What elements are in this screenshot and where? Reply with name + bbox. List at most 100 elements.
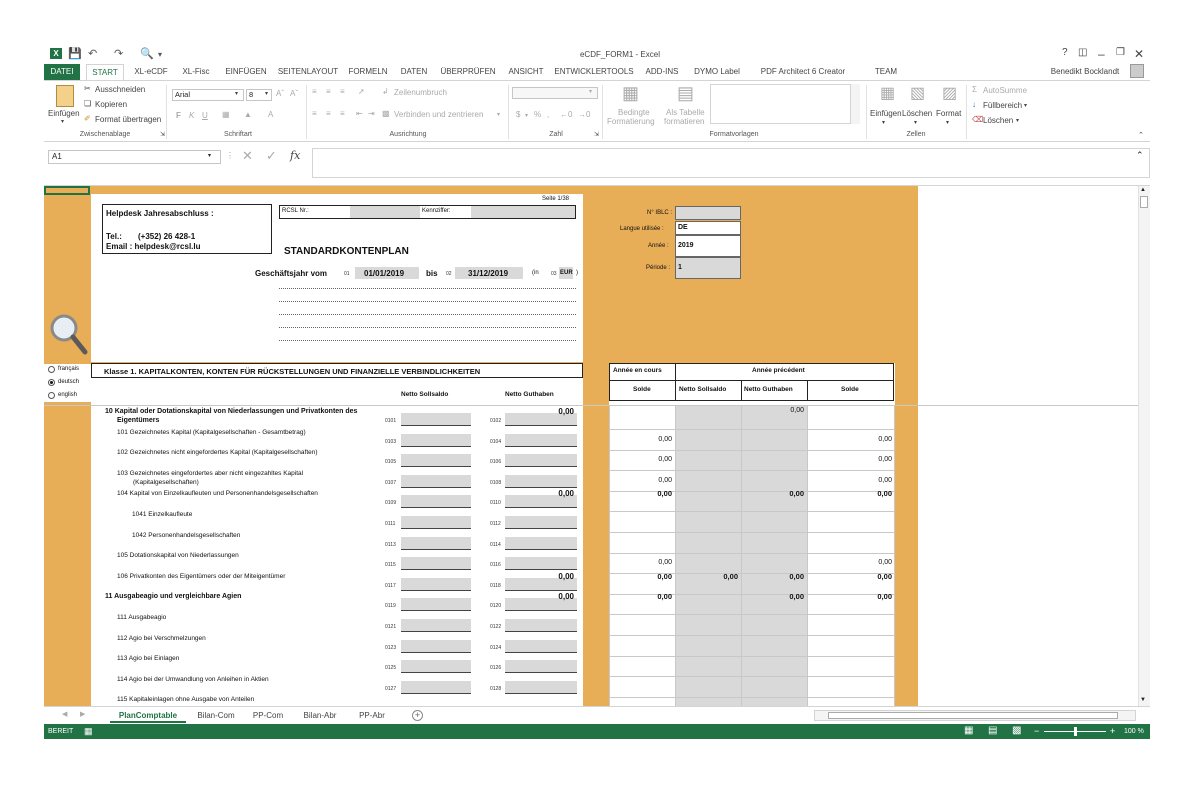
tab-pdf-architect[interactable]: PDF Architect 6 Creator — [748, 64, 858, 80]
format-cells-icon[interactable]: ▨ — [942, 83, 957, 103]
align-bottom-icon[interactable]: ≡ — [340, 87, 345, 96]
soll-input[interactable] — [401, 557, 471, 570]
copy-icon[interactable]: ❏ — [84, 99, 91, 108]
number-launcher-icon[interactable]: ⇲ — [594, 131, 599, 138]
number-format-dropdown-icon[interactable]: ▾ — [589, 88, 592, 95]
haben-input[interactable] — [505, 475, 577, 488]
name-box-dropdown-icon[interactable]: ▾ — [208, 152, 211, 159]
align-right-icon[interactable]: ≡ — [340, 109, 345, 118]
clear-button[interactable]: Löschen — [983, 116, 1013, 125]
soll-input[interactable] — [401, 516, 471, 529]
collapse-ribbon-icon[interactable]: ⌃ — [1138, 131, 1144, 139]
page-layout-icon[interactable]: ▤ — [988, 725, 997, 736]
zoom-out-button[interactable]: − — [1034, 726, 1039, 736]
wrap-text-button[interactable]: Zeilenumbruch — [394, 88, 447, 97]
cells-dropdown-icon[interactable]: ▾ — [946, 119, 949, 126]
soll-input[interactable] — [401, 578, 471, 591]
merge-dropdown-icon[interactable]: ▾ — [497, 111, 500, 118]
haben-input[interactable] — [505, 619, 577, 632]
soll-input[interactable] — [401, 681, 471, 694]
enter-icon[interactable]: ✓ — [266, 148, 277, 164]
font-name-dropdown-icon[interactable]: ▾ — [235, 90, 238, 97]
cell-styles-gallery[interactable] — [710, 84, 860, 124]
tab-daten[interactable]: DATEN — [396, 64, 432, 80]
align-left-icon[interactable]: ≡ — [312, 109, 317, 118]
cut-icon[interactable]: ✂ — [84, 84, 91, 93]
zoom-in-button[interactable]: + — [1110, 726, 1115, 736]
underline-button[interactable]: U — [202, 111, 208, 120]
shrink-font-icon[interactable]: Aˇ — [290, 89, 298, 98]
fill-button[interactable]: Füllbereich — [983, 101, 1022, 110]
redo-icon[interactable]: ↷ — [114, 47, 123, 60]
font-name-select[interactable]: Arial — [172, 89, 244, 101]
soll-input[interactable] — [401, 475, 471, 488]
tab-scroll-right-icon[interactable]: ▶ — [80, 710, 85, 718]
increase-decimal-icon[interactable]: ←0 — [560, 110, 572, 119]
sheet-tab-bilan-abr[interactable]: Bilan-Abr — [294, 708, 346, 723]
orientation-icon[interactable]: ➚ — [358, 87, 365, 96]
scroll-up-icon[interactable]: ▲ — [1140, 187, 1146, 193]
cells-dropdown-icon[interactable]: ▾ — [882, 119, 885, 126]
merge-icon[interactable]: ▩ — [382, 109, 390, 118]
haben-input[interactable] — [505, 660, 577, 673]
number-format-select[interactable] — [512, 87, 598, 99]
print-preview-icon[interactable]: 🔍 — [140, 47, 154, 60]
tab-ansicht[interactable]: ANSICHT — [504, 64, 548, 80]
minimize-button[interactable]: – — [1098, 47, 1105, 61]
undo-icon[interactable]: ↶ — [88, 47, 97, 60]
rcsl-input[interactable] — [350, 206, 420, 218]
grow-font-icon[interactable]: Aˆ — [276, 89, 284, 98]
haben-input[interactable] — [505, 516, 577, 529]
close-button[interactable]: ✕ — [1134, 47, 1144, 61]
fill-icon[interactable]: ↓ — [972, 100, 976, 109]
haben-input[interactable] — [505, 454, 577, 467]
user-name[interactable]: Benedikt Bocklandt — [1040, 64, 1130, 80]
radio-english[interactable] — [48, 392, 55, 399]
currency-dropdown-icon[interactable]: ▾ — [525, 112, 528, 119]
avatar[interactable] — [1130, 64, 1144, 78]
soll-input[interactable] — [401, 537, 471, 550]
haben-input[interactable] — [505, 681, 577, 694]
format-painter-icon[interactable]: ✐ — [84, 114, 91, 123]
font-color-icon[interactable]: A — [268, 110, 273, 119]
format-as-table-button[interactable]: Als Tabelle — [666, 108, 705, 117]
copy-button[interactable]: Kopieren — [95, 100, 127, 109]
haben-input[interactable] — [505, 557, 577, 570]
soll-input[interactable] — [401, 495, 471, 508]
formula-input[interactable] — [312, 148, 1150, 178]
fill-dropdown-icon[interactable]: ▾ — [1024, 102, 1027, 109]
font-size-dropdown-icon[interactable]: ▾ — [265, 90, 268, 97]
cells-dropdown-icon[interactable]: ▾ — [914, 119, 917, 126]
italic-button[interactable]: K — [189, 111, 194, 120]
add-sheet-icon[interactable]: + — [412, 710, 423, 721]
soll-input[interactable] — [401, 598, 471, 611]
autosum-icon[interactable]: Σ — [972, 85, 977, 94]
haben-input[interactable] — [505, 640, 577, 653]
format-painter-button[interactable]: Format übertragen — [95, 115, 161, 124]
iblc-field[interactable] — [675, 206, 741, 220]
conditional-format-icon[interactable]: ▦ — [622, 83, 639, 104]
autosum-button[interactable]: AutoSumme — [983, 86, 1027, 95]
worksheet[interactable]: Seite 1/38 Helpdesk Jahresabschluss : Te… — [44, 185, 1150, 706]
soll-input[interactable] — [401, 454, 471, 467]
indent-decrease-icon[interactable]: ⇤ — [356, 109, 363, 118]
restore-button[interactable]: ❐ — [1116, 47, 1125, 58]
clear-icon[interactable]: ⌫ — [972, 115, 983, 124]
clear-dropdown-icon[interactable]: ▾ — [1016, 117, 1019, 124]
tab-dymo-label[interactable]: DYMO Label — [690, 64, 744, 80]
cut-button[interactable]: Ausschneiden — [95, 85, 145, 94]
name-box[interactable]: A1 — [48, 150, 221, 164]
tab-xl-fisc[interactable]: XL-Fisc — [176, 64, 216, 80]
radio-deutsch[interactable] — [48, 379, 55, 386]
expand-formula-icon[interactable]: ⌃ — [1136, 150, 1144, 161]
soll-input[interactable] — [401, 640, 471, 653]
tab-add-ins[interactable]: ADD-INS — [640, 64, 684, 80]
magnifier-icon[interactable] — [48, 312, 88, 356]
indent-increase-icon[interactable]: ⇥ — [368, 109, 375, 118]
tab-xl-ecdf[interactable]: XL-eCDF — [130, 64, 172, 80]
bold-button[interactable]: F — [176, 111, 181, 120]
format-as-table-icon[interactable]: ▤ — [677, 83, 694, 104]
sheet-tab-bilan-com[interactable]: Bilan-Com — [190, 708, 242, 723]
currency-button[interactable]: $ — [516, 110, 520, 119]
delete-cells-button[interactable]: Löschen — [902, 109, 932, 118]
